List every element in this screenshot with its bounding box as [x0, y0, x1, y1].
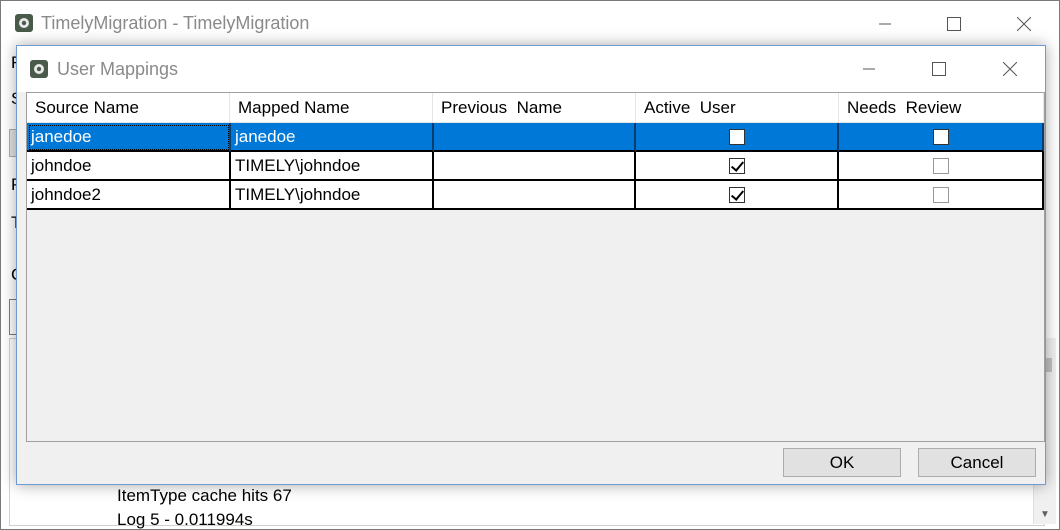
cell-active-user[interactable] — [636, 123, 839, 152]
minimize-icon[interactable] — [862, 9, 908, 39]
cell-active-user[interactable] — [636, 152, 839, 181]
cell-needs-review[interactable] — [839, 181, 1044, 210]
maximize-icon[interactable] — [931, 9, 977, 39]
cell-active-user[interactable] — [636, 181, 839, 210]
cell-source-name[interactable]: janedoe — [27, 123, 231, 152]
cell-needs-review[interactable] — [839, 152, 1044, 181]
user-mappings-dialog: User Mappings Source Name Mapped Name Pr… — [16, 45, 1046, 485]
close-icon[interactable] — [1001, 9, 1047, 39]
cell-previous-name[interactable] — [434, 181, 636, 210]
column-header-mapped-name[interactable]: Mapped Name — [230, 93, 433, 123]
close-icon[interactable] — [987, 54, 1033, 84]
cell-previous-name[interactable] — [434, 123, 636, 152]
main-window-title: TimelyMigration - TimelyMigration — [41, 13, 310, 33]
scroll-down-icon[interactable]: ▼ — [1034, 506, 1056, 524]
dialog-title: User Mappings — [57, 59, 179, 79]
needs-review-checkbox[interactable] — [932, 186, 949, 203]
cell-needs-review[interactable] — [839, 123, 1044, 152]
column-header-source-name[interactable]: Source Name — [27, 93, 230, 123]
cancel-button[interactable]: Cancel — [918, 448, 1036, 477]
cell-mapped-name[interactable]: janedoe — [231, 123, 434, 152]
cell-mapped-name[interactable]: TIMELY\johndoe — [231, 181, 434, 210]
active-user-checkbox[interactable] — [728, 128, 745, 145]
minimize-icon[interactable] — [846, 54, 892, 84]
app-icon — [29, 59, 49, 84]
user-mappings-grid[interactable]: Source Name Mapped Name Previous Name Ac… — [26, 92, 1045, 442]
log-line: ItemType cache hits 67 — [117, 486, 292, 505]
cell-mapped-name[interactable]: TIMELY\johndoe — [231, 152, 434, 181]
active-user-checkbox[interactable] — [728, 186, 745, 203]
dialog-titlebar: User Mappings — [17, 46, 1045, 92]
cell-source-name[interactable]: johndoe — [27, 152, 231, 181]
main-titlebar: TimelyMigration - TimelyMigration — [1, 1, 1059, 46]
log-line: Log 5 - 0.011994s — [117, 510, 253, 529]
cell-source-name[interactable]: johndoe2 — [27, 181, 231, 210]
column-header-needs-review[interactable]: Needs Review — [839, 93, 1044, 123]
needs-review-checkbox[interactable] — [932, 128, 949, 145]
app-icon — [14, 13, 34, 38]
cell-previous-name[interactable] — [434, 152, 636, 181]
active-user-checkbox[interactable] — [728, 157, 745, 174]
column-header-previous-name[interactable]: Previous Name — [433, 93, 636, 123]
needs-review-checkbox[interactable] — [932, 157, 949, 174]
ok-button[interactable]: OK — [783, 448, 901, 477]
column-header-active-user[interactable]: Active User — [636, 93, 839, 123]
maximize-icon[interactable] — [916, 54, 962, 84]
